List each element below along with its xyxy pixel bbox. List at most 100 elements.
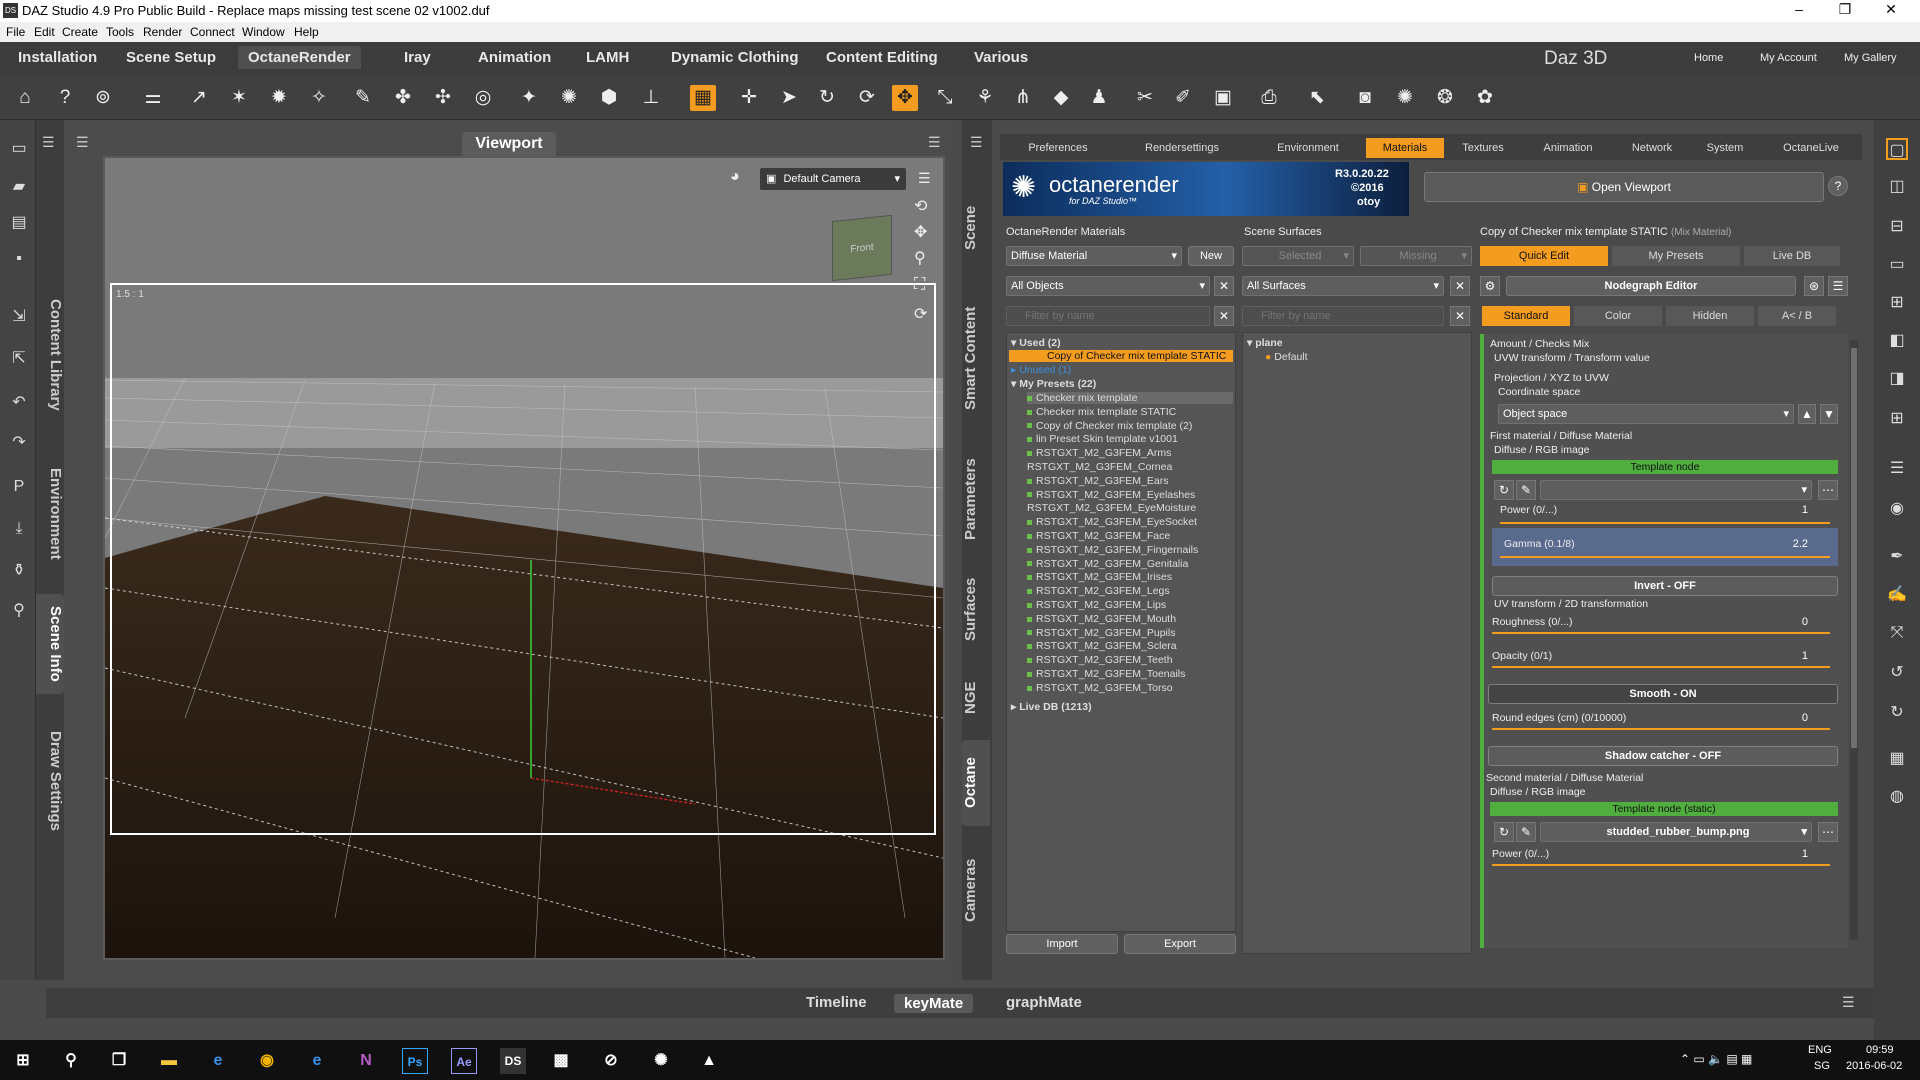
roughness-slider[interactable]	[1492, 632, 1830, 634]
tab-draw-settings[interactable]: Draw Settings	[36, 716, 64, 846]
tab-octane[interactable]: Octane	[962, 740, 990, 826]
power2-value[interactable]: 1	[1750, 846, 1816, 862]
open-viewport-button[interactable]: ▣ Open Viewport	[1424, 172, 1824, 202]
tray-icons[interactable]: ⌃ ▭ 🔈 ▤ ▦	[1680, 1052, 1752, 1066]
internet-explorer-icon[interactable]: e	[205, 1048, 231, 1074]
translate-icon[interactable]: ✥	[892, 85, 918, 111]
tab-installation[interactable]: Installation	[18, 49, 97, 66]
region-icon[interactable]: ✣	[430, 85, 456, 111]
file-explorer-icon[interactable]: ▬	[156, 1048, 182, 1074]
tab-environment-octane[interactable]: Environment	[1264, 138, 1352, 158]
home-icon[interactable]: ⌂	[12, 85, 38, 111]
menu-render[interactable]: Render	[143, 25, 182, 39]
tab-cameras[interactable]: Cameras	[962, 840, 990, 940]
tab-materials[interactable]: Materials	[1366, 138, 1444, 158]
refresh-icon[interactable]: ↻	[1494, 480, 1514, 500]
after-effects-icon[interactable]: Ae	[451, 1048, 477, 1074]
tab-content-editing[interactable]: Content Editing	[826, 49, 938, 66]
list-item[interactable]: lin Preset Skin template v1001	[1027, 433, 1178, 445]
help-icon[interactable]: ⊚	[90, 85, 116, 111]
export-icon[interactable]: ⇱	[8, 348, 30, 370]
power2-slider[interactable]	[1492, 864, 1830, 866]
pointer-icon[interactable]: ➤	[776, 85, 802, 111]
light-tool-icon[interactable]: ✹	[266, 85, 292, 111]
sparkle-icon[interactable]: ✦	[516, 85, 542, 111]
list-item[interactable]: RSTGXT_M2_G3FEM_Arms	[1027, 447, 1171, 459]
tab-network[interactable]: Network	[1616, 138, 1688, 158]
tab-scene[interactable]: Scene	[962, 198, 990, 258]
menu-connect[interactable]: Connect	[190, 25, 235, 39]
orbit-icon[interactable]: ⟳	[854, 85, 880, 111]
tab-timeline[interactable]: Timeline	[806, 994, 867, 1011]
list-item[interactable]: Copy of Checker mix template (2)	[1027, 420, 1192, 432]
gamma-value[interactable]: 2.2	[1750, 536, 1816, 552]
onenote-icon[interactable]: N	[353, 1048, 379, 1074]
home-link[interactable]: Home	[1694, 52, 1723, 64]
tab-octanelive[interactable]: OctaneLive	[1766, 138, 1856, 158]
cube-icon[interactable]: ⬢	[596, 85, 622, 111]
list-item[interactable]: RSTGXT_M2_G3FEM_Irises	[1027, 571, 1172, 583]
frame-view-icon[interactable]: ⛶	[914, 276, 925, 294]
minimize-button[interactable]: –	[1776, 1, 1822, 17]
list-view-button[interactable]: ☰	[1828, 276, 1848, 296]
bone-icon[interactable]: ⋔	[1010, 85, 1036, 111]
view-cube[interactable]: Front	[832, 214, 892, 282]
my-presets-group[interactable]: ▾ My Presets (22)	[1011, 378, 1096, 390]
tab-system[interactable]: System	[1692, 138, 1758, 158]
camera-icon[interactable]: ◙	[1352, 85, 1378, 111]
list-item[interactable]: RSTGXT_M2_G3FEM_Cornea	[1027, 461, 1172, 473]
subtab-a-b[interactable]: A< / B	[1758, 306, 1836, 326]
draw-style-icon[interactable]: ◕	[730, 168, 740, 186]
subtab-standard[interactable]: Standard	[1482, 306, 1570, 326]
tab-keymate[interactable]: keyMate	[894, 994, 974, 1013]
universal-tool-icon[interactable]: ✛	[736, 85, 762, 111]
opacity-value[interactable]: 1	[1750, 648, 1816, 664]
tree-node-plane[interactable]: ▾ plane	[1247, 337, 1283, 349]
camera-render-icon[interactable]: ⎙	[1256, 85, 1282, 111]
search-icon[interactable]: ⚲	[58, 1048, 84, 1074]
tab-surfaces[interactable]: Surfaces	[962, 564, 990, 654]
list-item[interactable]: RSTGXT_M2_G3FEM_Legs	[1027, 585, 1170, 597]
my-gallery-link[interactable]: My Gallery	[1844, 52, 1897, 64]
list-item[interactable]: Checker mix template STATIC	[1027, 406, 1176, 418]
missing-button[interactable]: Missing ▾	[1360, 246, 1472, 266]
clear-filter-button[interactable]: ✕	[1214, 306, 1234, 326]
new-file-icon[interactable]: ▭	[8, 138, 30, 160]
clear-surface-filter-button[interactable]: ✕	[1450, 306, 1470, 326]
list-item[interactable]: RSTGXT_M2_G3FEM_Lips	[1027, 599, 1166, 611]
drop-icon[interactable]: ⤓	[8, 520, 30, 542]
list-item[interactable]: RSTGXT_M2_G3FEM_Pupils	[1027, 627, 1175, 639]
rotate-tool-icon[interactable]: ↺	[1886, 662, 1908, 684]
pose-icon[interactable]: P	[8, 478, 30, 500]
joint-editor-icon[interactable]: ↗	[186, 85, 212, 111]
zoom-view-icon[interactable]: ⚲	[914, 248, 926, 268]
edit-texture-icon[interactable]: ✎	[1516, 480, 1536, 500]
panel-menu-icon[interactable]: ☰	[42, 134, 58, 151]
cluster-icon[interactable]: ✺	[556, 85, 582, 111]
bottom-panel-menu-icon[interactable]: ☰	[1842, 994, 1855, 1011]
wand-icon[interactable]: ✧	[306, 85, 332, 111]
list-item[interactable]: RSTGXT_M2_G3FEM_Eyelashes	[1027, 489, 1195, 501]
measure-icon[interactable]: ⊥	[638, 85, 664, 111]
right-panel-menu-icon[interactable]: ☰	[970, 134, 983, 151]
list-item[interactable]: RSTGXT_M2_G3FEM_Mouth	[1027, 613, 1176, 625]
list-item[interactable]: RSTGXT_M2_G3FEM_EyeSocket	[1027, 516, 1197, 528]
selected-button[interactable]: Selected ▾	[1242, 246, 1354, 266]
photoshop-icon[interactable]: Ps	[402, 1048, 428, 1074]
invert-toggle[interactable]: Invert - OFF	[1492, 576, 1838, 596]
clock-time[interactable]: 09:59	[1866, 1044, 1894, 1056]
tab-live-db[interactable]: Live DB	[1744, 246, 1840, 266]
save-icon[interactable]: ▪	[8, 250, 30, 272]
camera-select[interactable]: ▣ Default Camera ▾	[760, 168, 906, 190]
paint-icon[interactable]: ✍	[1886, 584, 1908, 606]
menu-file[interactable]: File	[6, 25, 25, 39]
round-edges-value[interactable]: 0	[1750, 710, 1816, 726]
surfaces-filter-input[interactable]	[1242, 306, 1444, 326]
surface-picker-icon[interactable]: ◆	[1048, 85, 1074, 111]
layout-right-icon[interactable]: ◨	[1886, 368, 1908, 390]
edit-texture-icon-2[interactable]: ✎	[1516, 822, 1536, 842]
whats-this-icon[interactable]: ?	[52, 85, 78, 111]
tab-environment[interactable]: Environment	[36, 454, 64, 574]
list-item[interactable]: Checker mix template	[1027, 392, 1233, 404]
round-edges-slider[interactable]	[1492, 728, 1830, 730]
